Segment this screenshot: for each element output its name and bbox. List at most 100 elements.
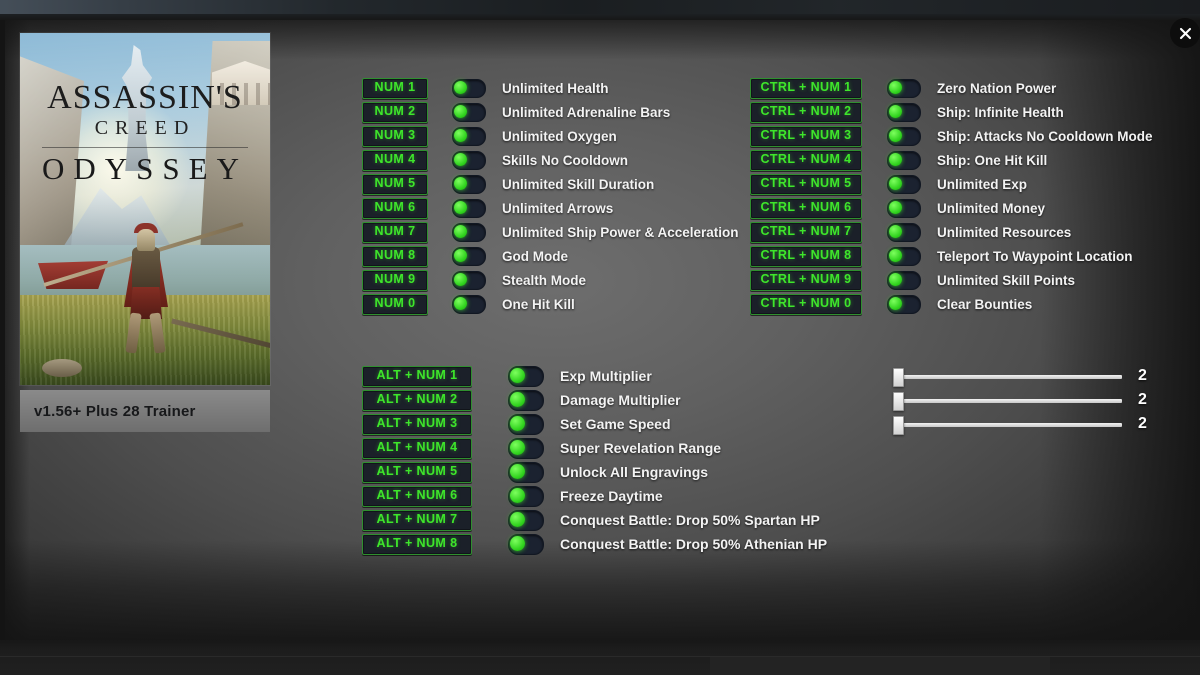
cheat-toggle-switch[interactable]	[887, 102, 921, 122]
hotkey-button[interactable]: ALT + NUM 4	[362, 437, 472, 459]
hotkey-button[interactable]: NUM 4	[362, 149, 428, 171]
cheat-toggle-switch[interactable]	[508, 389, 544, 411]
hotkey-button[interactable]: ALT + NUM 8	[362, 533, 472, 555]
toggle-knob	[510, 391, 525, 407]
hotkey-button[interactable]: CTRL + NUM 1	[750, 77, 862, 99]
slider-track[interactable]	[896, 399, 1122, 403]
hotkey-button[interactable]: NUM 0	[362, 293, 428, 315]
cheat-toggle-switch[interactable]	[887, 294, 921, 314]
hotkey-button[interactable]: ALT + NUM 2	[362, 389, 472, 411]
cheat-toggle-switch[interactable]	[452, 102, 486, 122]
hotkey-button[interactable]: ALT + NUM 7	[362, 509, 472, 531]
hotkey-button[interactable]: CTRL + NUM 2	[750, 101, 862, 123]
toggle-knob	[889, 296, 902, 310]
cheat-toggle-switch[interactable]	[508, 485, 544, 507]
hotkey-button[interactable]: NUM 3	[362, 125, 428, 147]
cheat-value-slider[interactable]	[890, 415, 1122, 435]
slider-value: 2	[1138, 415, 1147, 432]
cheat-toggle-switch[interactable]	[508, 365, 544, 387]
toggle-knob	[454, 152, 467, 166]
cheat-row: CTRL + NUM 5 Unlimited Exp	[750, 172, 1153, 196]
cheat-toggle-switch[interactable]	[452, 270, 486, 290]
cheat-toggle-switch[interactable]	[887, 150, 921, 170]
hotkey-button[interactable]: CTRL + NUM 5	[750, 173, 862, 195]
cheat-row: CTRL + NUM 4 Ship: One Hit Kill	[750, 148, 1153, 172]
toggle-knob	[454, 104, 467, 118]
toggle-knob	[454, 272, 467, 286]
hotkey-button[interactable]: CTRL + NUM 3	[750, 125, 862, 147]
cheat-toggle-switch[interactable]	[508, 413, 544, 435]
hotkey-button[interactable]: ALT + NUM 5	[362, 461, 472, 483]
hotkey-button[interactable]: CTRL + NUM 6	[750, 197, 862, 219]
cheat-label: Zero Nation Power	[937, 80, 1057, 96]
hotkey-button[interactable]: NUM 8	[362, 245, 428, 267]
slider-track[interactable]	[896, 423, 1122, 427]
hotkey-button[interactable]: CTRL + NUM 7	[750, 221, 862, 243]
hotkey-button[interactable]: NUM 1	[362, 77, 428, 99]
cheat-label: Ship: One Hit Kill	[937, 152, 1048, 168]
cheat-value-slider[interactable]	[890, 391, 1122, 411]
cheat-toggle-switch[interactable]	[452, 174, 486, 194]
hotkey-button[interactable]: CTRL + NUM 4	[750, 149, 862, 171]
hotkey-button[interactable]: CTRL + NUM 8	[750, 245, 862, 267]
toggle-knob	[889, 152, 902, 166]
cheat-toggle-switch[interactable]	[887, 78, 921, 98]
slider-handle[interactable]	[893, 416, 904, 435]
cheat-toggle-switch[interactable]	[887, 174, 921, 194]
cheat-toggle-switch[interactable]	[452, 150, 486, 170]
cheat-toggle-switch[interactable]	[452, 126, 486, 146]
trainer-version-label: v1.56+ Plus 28 Trainer	[34, 402, 196, 420]
cheat-label: Conquest Battle: Drop 50% Spartan HP	[560, 512, 820, 528]
cheat-value-slider[interactable]	[890, 367, 1122, 387]
bottom-secondary-band	[710, 657, 1050, 675]
hotkey-button[interactable]: NUM 9	[362, 269, 428, 291]
cheat-toggle-switch[interactable]	[508, 461, 544, 483]
close-button[interactable]	[1170, 18, 1200, 48]
cheat-row: NUM 7 Unlimited Ship Power & Acceleration	[362, 220, 739, 244]
toggle-knob	[454, 296, 467, 310]
slider-handle[interactable]	[893, 368, 904, 387]
hotkey-button[interactable]: ALT + NUM 3	[362, 413, 472, 435]
cheat-toggle-switch[interactable]	[452, 78, 486, 98]
cheat-toggle-switch[interactable]	[887, 126, 921, 146]
cheat-toggle-switch[interactable]	[508, 533, 544, 555]
hotkey-button[interactable]: NUM 6	[362, 197, 428, 219]
cover-title-block: ASSASSIN'S CREED ODYSSEY	[20, 81, 270, 184]
cheat-label: Unlock All Engravings	[560, 464, 709, 480]
cheat-label: Skills No Cooldown	[502, 152, 629, 168]
slider-value: 2	[1138, 391, 1147, 408]
slider-track[interactable]	[896, 375, 1122, 379]
hotkey-button[interactable]: NUM 5	[362, 173, 428, 195]
cheat-row: NUM 6 Unlimited Arrows	[362, 196, 739, 220]
toggle-knob	[510, 439, 525, 455]
hotkey-button[interactable]: ALT + NUM 1	[362, 365, 472, 387]
toggle-knob	[889, 200, 902, 214]
toggle-knob	[889, 128, 902, 142]
cheat-toggle-switch[interactable]	[887, 198, 921, 218]
cheat-toggle-switch[interactable]	[452, 294, 486, 314]
hotkey-button[interactable]: CTRL + NUM 0	[750, 293, 862, 315]
cheat-row: CTRL + NUM 2 Ship: Infinite Health	[750, 100, 1153, 124]
hotkey-button[interactable]: ALT + NUM 6	[362, 485, 472, 507]
hotkey-button[interactable]: CTRL + NUM 9	[750, 269, 862, 291]
cheat-toggle-switch[interactable]	[452, 246, 486, 266]
cheat-toggle-switch[interactable]	[887, 246, 921, 266]
slider-handle[interactable]	[893, 392, 904, 411]
cheat-row: CTRL + NUM 1 Zero Nation Power	[750, 76, 1153, 100]
cheat-label: Stealth Mode	[502, 272, 587, 288]
cheat-toggle-switch[interactable]	[508, 509, 544, 531]
cheat-toggle-switch[interactable]	[452, 222, 486, 242]
cheat-row: NUM 4 Skills No Cooldown	[362, 148, 739, 172]
cheat-label: Unlimited Exp	[937, 176, 1028, 192]
cheat-toggle-switch[interactable]	[508, 437, 544, 459]
window-top-strip	[0, 0, 1200, 14]
hotkey-button[interactable]: NUM 2	[362, 101, 428, 123]
cover-title-line2: CREED	[94, 117, 196, 139]
toggle-knob	[889, 248, 902, 262]
cheat-toggle-switch[interactable]	[887, 222, 921, 242]
trainer-version-bar: v1.56+ Plus 28 Trainer	[20, 390, 270, 432]
cheat-column-left: NUM 1 Unlimited Health NUM 2 Unlimited Adre…	[362, 76, 739, 316]
cheat-toggle-switch[interactable]	[452, 198, 486, 218]
hotkey-button[interactable]: NUM 7	[362, 221, 428, 243]
cheat-toggle-switch[interactable]	[887, 270, 921, 290]
